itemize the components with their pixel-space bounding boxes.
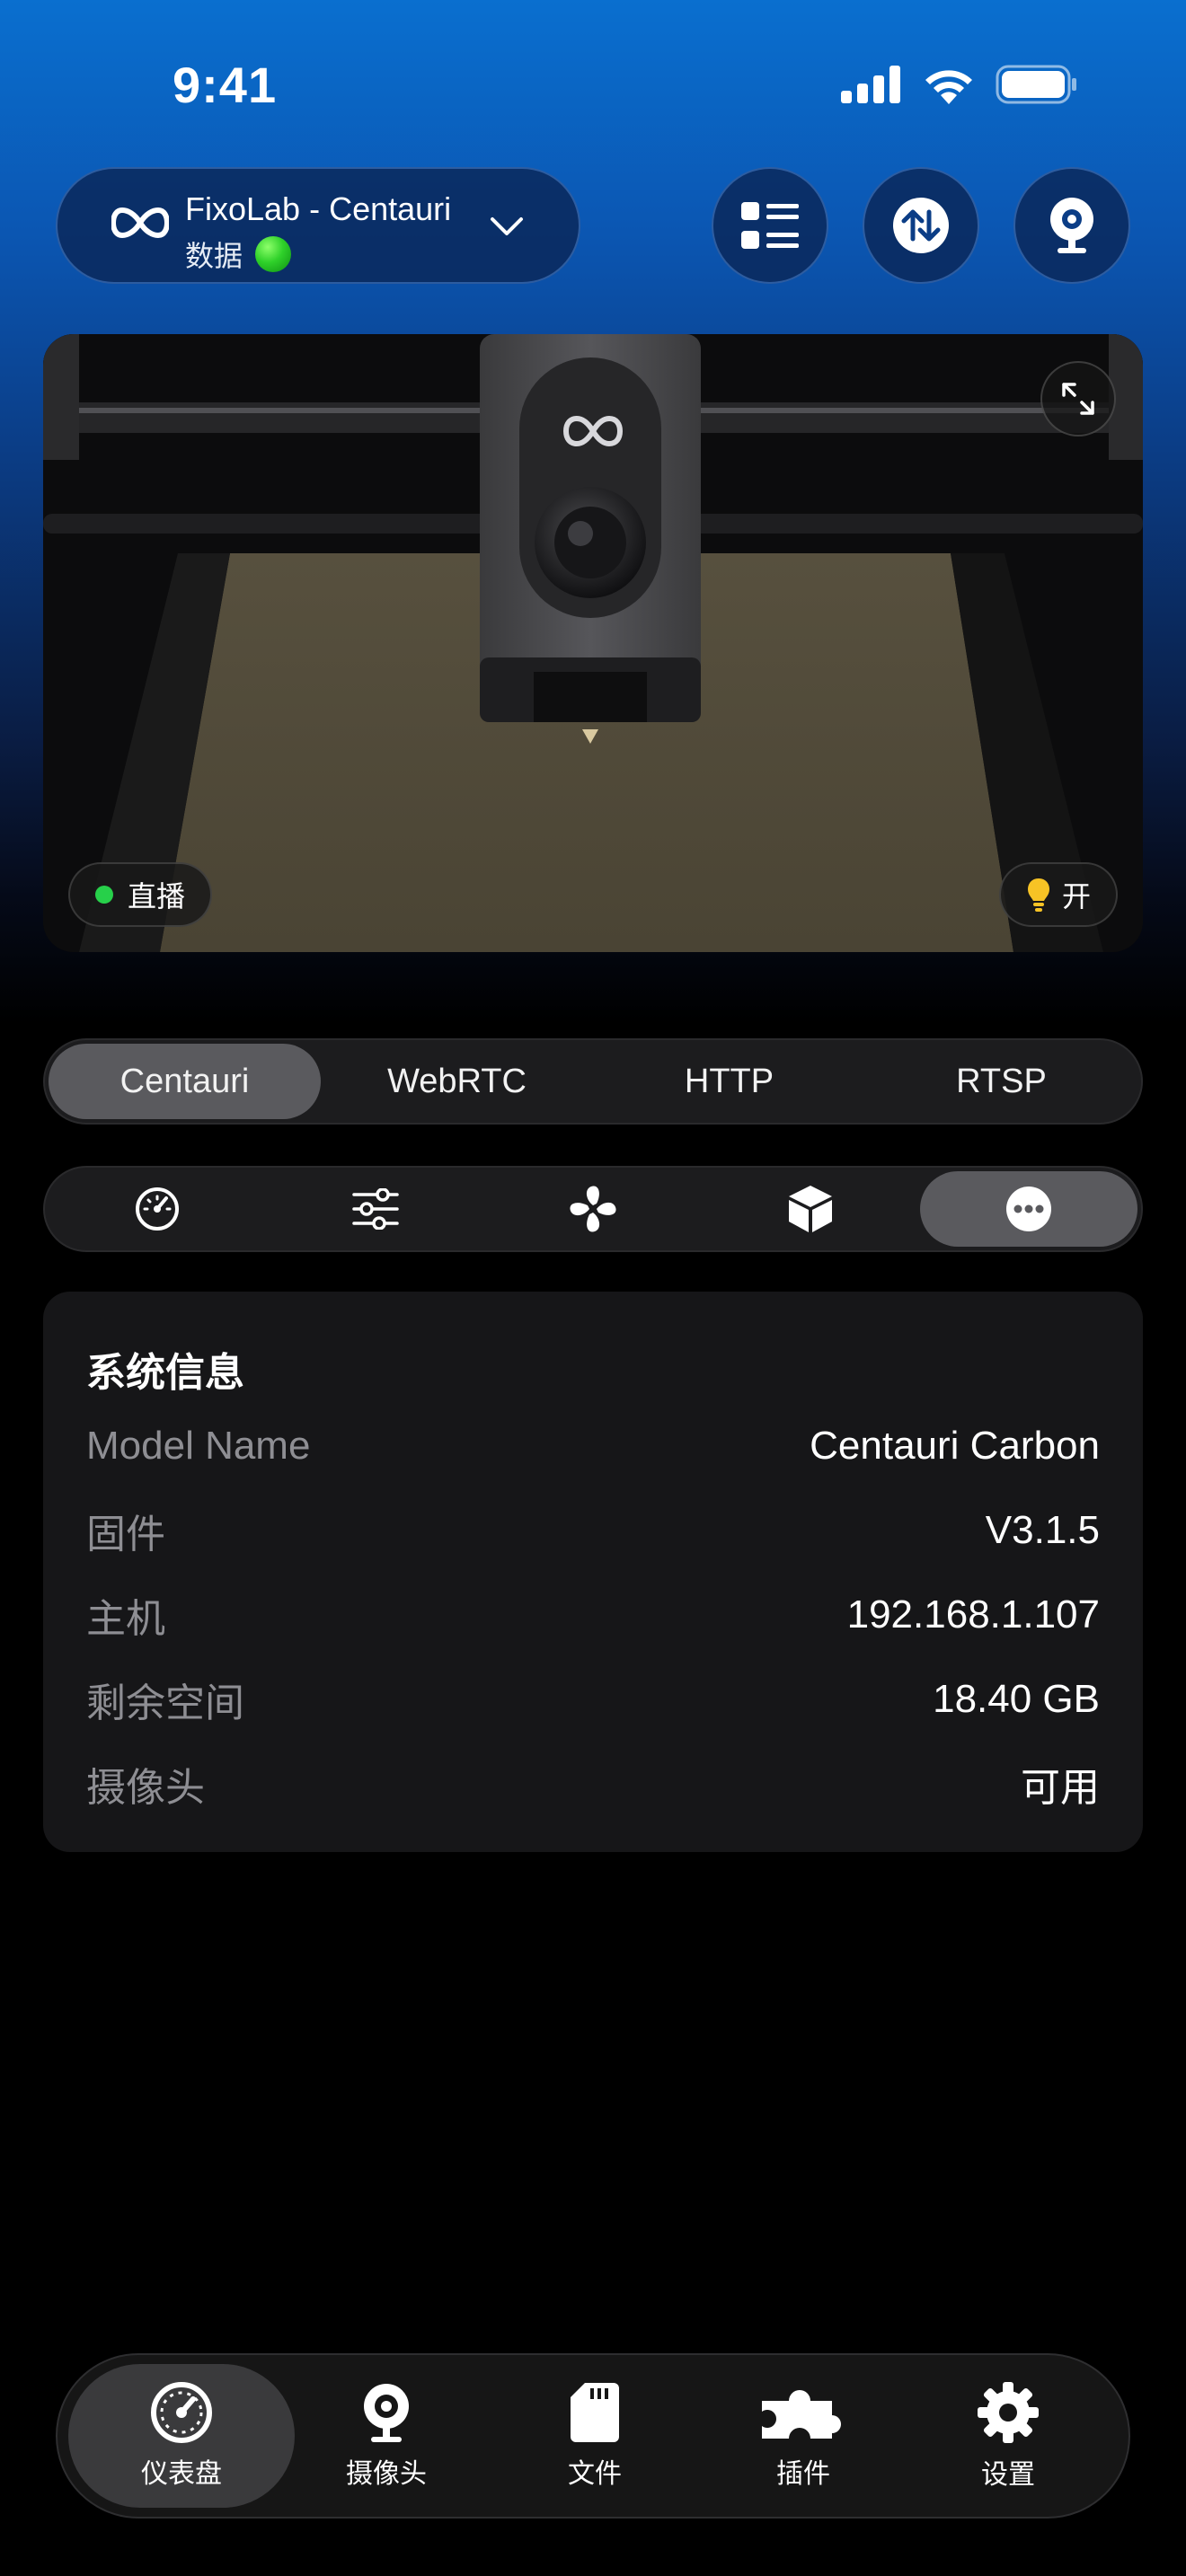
- info-value: V3.1.5: [985, 1508, 1100, 1552]
- gear-icon: [978, 2382, 1039, 2443]
- info-label: 剩余空间: [86, 1681, 244, 1725]
- info-row-model: Model Name Centauri Carbon: [86, 1419, 1100, 1473]
- sliders-icon: [351, 1188, 399, 1230]
- tabbar-settings[interactable]: 设置: [895, 2364, 1121, 2508]
- info-row-free-space: 剩余空间 18.40 GB: [86, 1672, 1100, 1726]
- live-badge: 直播: [68, 862, 213, 927]
- status-time: 9:41: [173, 57, 278, 113]
- list-icon: [741, 202, 799, 249]
- signal-icon: [841, 66, 900, 103]
- infinity-logo-icon: [111, 207, 169, 239]
- tab-more[interactable]: [919, 1171, 1138, 1247]
- webcam-icon: [1050, 198, 1093, 253]
- lightbulb-icon: [1027, 878, 1049, 912]
- battery-icon: [996, 65, 1076, 104]
- tabbar-label: 设置: [981, 2460, 1035, 2490]
- info-label: 主机: [86, 1597, 165, 1641]
- more-icon: [1005, 1187, 1051, 1231]
- live-indicator-dot: [95, 886, 113, 904]
- info-value: 18.40 GB: [933, 1677, 1100, 1721]
- webcam-button[interactable]: [1013, 167, 1130, 284]
- status-icons: [841, 65, 1078, 104]
- connection-status-dot: [255, 236, 292, 272]
- info-label: 摄像头: [86, 1766, 205, 1810]
- chevron-down-icon: [491, 217, 523, 235]
- tabbar-label: 仪表盘: [141, 2459, 222, 2489]
- printer-subtitle: 数据: [185, 234, 292, 275]
- tabbar-label: 插件: [776, 2459, 830, 2489]
- tab-rtsp[interactable]: RTSP: [865, 1044, 1137, 1119]
- sd-card-icon: [571, 2383, 619, 2442]
- stream-source-selector: Centauri WebRTC HTTP RTSP: [43, 1038, 1143, 1125]
- light-toggle[interactable]: 开: [998, 862, 1118, 927]
- puzzle-icon: [762, 2390, 841, 2439]
- info-label: 固件: [86, 1513, 165, 1557]
- tabbar-dashboard[interactable]: 仪表盘: [68, 2364, 295, 2508]
- webcam-icon: [364, 2384, 409, 2442]
- tab-centauri[interactable]: Centauri: [49, 1044, 321, 1119]
- tab-gauge[interactable]: [49, 1171, 266, 1247]
- tab-filament[interactable]: [702, 1171, 919, 1247]
- info-value: Centauri Carbon: [810, 1424, 1100, 1468]
- tools-selector: [43, 1166, 1143, 1252]
- tab-fan[interactable]: [484, 1171, 702, 1247]
- tab-webrtc[interactable]: WebRTC: [321, 1044, 593, 1119]
- fullscreen-button[interactable]: [1040, 361, 1116, 437]
- list-view-button[interactable]: [712, 167, 828, 284]
- tabbar-files[interactable]: 文件: [482, 2364, 708, 2508]
- info-value: 可用: [1021, 1766, 1100, 1810]
- info-row-host: 主机 192.168.1.107: [86, 1588, 1100, 1642]
- live-label: 直播: [128, 880, 186, 913]
- fan-icon: [570, 1186, 616, 1232]
- gauge-icon: [136, 1187, 180, 1231]
- wifi-icon: [925, 70, 972, 104]
- tabbar-plugins[interactable]: 插件: [690, 2364, 916, 2508]
- info-row-firmware: 固件 V3.1.5: [86, 1504, 1100, 1557]
- dashboard-icon: [151, 2382, 212, 2443]
- tabbar-label: 摄像头: [346, 2459, 427, 2489]
- info-label: Model Name: [86, 1424, 311, 1468]
- tabbar-camera[interactable]: 摄像头: [273, 2364, 500, 2508]
- bottom-tab-bar: 仪表盘 摄像头 文件 插件 设置: [56, 2353, 1130, 2519]
- cube-icon: [789, 1186, 833, 1232]
- transfer-button[interactable]: [863, 167, 979, 284]
- expand-icon: [1062, 383, 1094, 415]
- tabbar-label: 文件: [568, 2459, 622, 2489]
- system-info-title: 系统信息: [86, 1351, 244, 1395]
- printer-sub-label: 数据: [185, 240, 243, 272]
- light-label: 开: [1061, 880, 1091, 913]
- info-value: 192.168.1.107: [846, 1592, 1100, 1636]
- printer-name: FixoLab - Centauri: [185, 190, 452, 227]
- printer-selector[interactable]: FixoLab - Centauri 数据: [56, 167, 580, 284]
- system-info-card: 系统信息 Model Name Centauri Carbon 固件 V3.1.…: [43, 1292, 1143, 1852]
- tab-http[interactable]: HTTP: [593, 1044, 865, 1119]
- printer-camera-image: [43, 334, 1143, 952]
- app-screen: 9:41 FixoLab - Centauri 数据 直播 开 Centauri…: [0, 0, 1186, 2576]
- arrows-up-down-icon: [893, 198, 949, 253]
- camera-view[interactable]: 直播 开: [43, 334, 1143, 952]
- tab-adjustments[interactable]: [266, 1171, 483, 1247]
- info-row-camera: 摄像头 可用: [86, 1757, 1100, 1811]
